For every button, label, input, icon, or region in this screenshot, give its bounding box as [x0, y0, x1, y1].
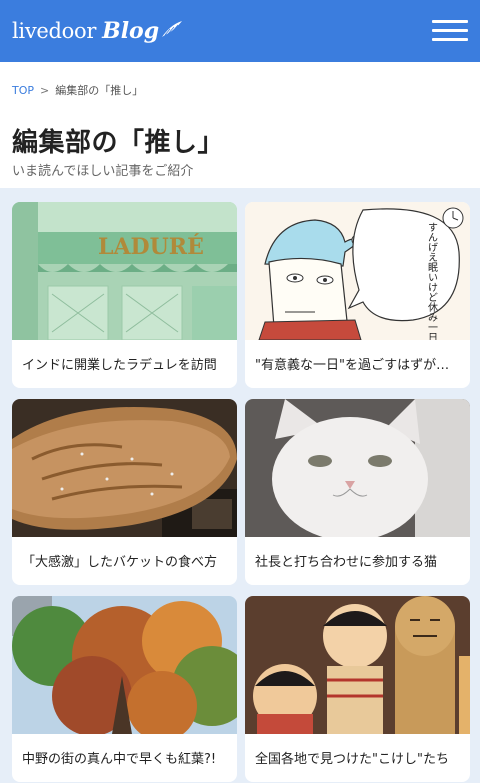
menu-line	[432, 38, 468, 41]
page-title: 編集部の「推し」	[12, 128, 225, 158]
article-title: 中野の街の真ん中で早くも紅葉?!	[22, 752, 217, 767]
page-header-section: TOP > 編集部の「推し」 編集部の「推し」 いま読んでほしい記事をご紹介	[0, 62, 480, 188]
breadcrumb-separator: >	[40, 83, 50, 97]
manga-character-image: すんげえ眠いけど休み一日しかないし精力的に活動しないといけないね……	[245, 202, 470, 340]
laduree-storefront-image: LADURÉ	[12, 202, 237, 340]
feather-icon	[162, 21, 183, 37]
page-subtitle: いま読んでほしい記事をご紹介	[12, 164, 194, 179]
article-title: インドに開業したラデュレを訪問	[22, 358, 217, 373]
laduree-sign-text: LADURÉ	[98, 233, 204, 260]
menu-line	[432, 20, 468, 23]
kokeshi-dolls-image	[245, 596, 470, 734]
article-grid: LADURÉ インドに開業したラデュレを訪問 "有意義な一日"を過ごすはずが… …	[0, 188, 480, 783]
article-title: 社長と打ち合わせに参加する猫	[255, 555, 438, 570]
article-card[interactable]: すんげえ眠いけど休み一日しかないし精力的に活動しないといけないね…… "有意義な…	[245, 202, 470, 388]
article-title: 全国各地で見つけた"こけし"たち	[255, 752, 449, 767]
white-cat-image	[245, 399, 470, 537]
article-card[interactable]: 「大感激」したバケットの食べ方	[12, 399, 237, 585]
breadcrumb-current: 編集部の「推し」	[55, 84, 144, 97]
menu-line	[432, 29, 468, 32]
site-header: livedoor Blog	[0, 0, 480, 62]
hamburger-menu-icon[interactable]	[432, 20, 468, 42]
article-title: "有意義な一日"を過ごすはずが…	[255, 358, 450, 373]
baguette-bread-image	[12, 399, 237, 537]
livedoor-blog-logo[interactable]: livedoor Blog	[12, 18, 183, 44]
breadcrumb-top-link[interactable]: TOP	[12, 84, 34, 97]
article-card[interactable]: 中野の街の真ん中で早くも紅葉?!	[12, 596, 237, 782]
breadcrumb: TOP > 編集部の「推し」	[12, 82, 143, 98]
autumn-leaves-image	[12, 596, 237, 734]
article-card[interactable]: 全国各地で見つけた"こけし"たち	[245, 596, 470, 782]
article-card[interactable]: LADURÉ インドに開業したラデュレを訪問	[12, 202, 237, 388]
logo-text: livedoor	[12, 19, 97, 43]
article-title: 「大感激」したバケットの食べ方	[22, 555, 218, 570]
logo-blog-text: Blog	[102, 18, 160, 44]
manga-speech-text: すんげえ眠いけど休み一日しかないし精力的に活動しないといけないね……	[426, 222, 438, 340]
article-card[interactable]: 社長と打ち合わせに参加する猫	[245, 399, 470, 585]
